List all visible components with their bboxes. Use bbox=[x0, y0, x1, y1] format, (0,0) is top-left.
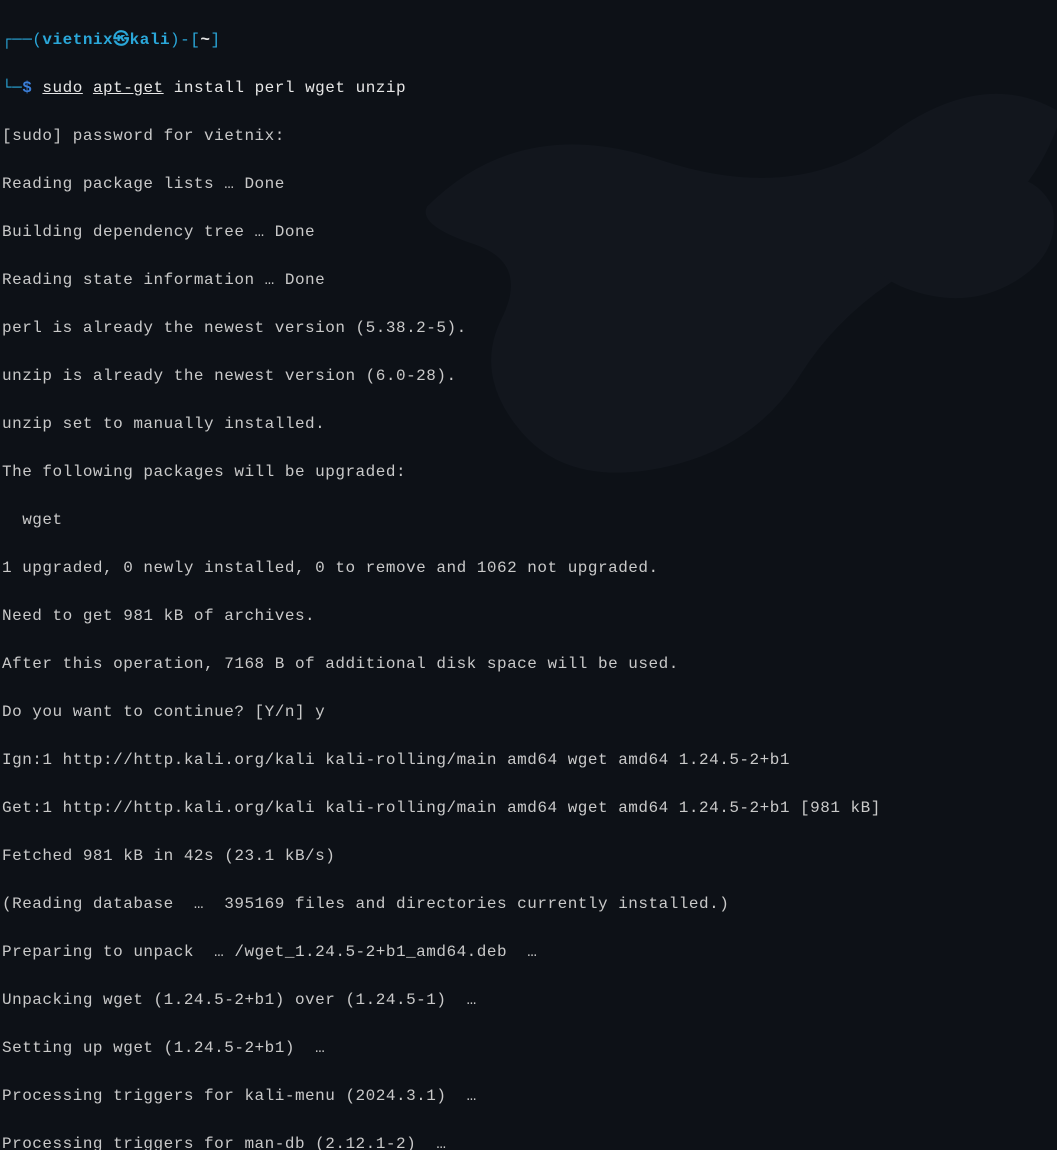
output-line: 1 upgraded, 0 newly installed, 0 to remo… bbox=[2, 556, 1055, 580]
output-line: Fetched 981 kB in 42s (23.1 kB/s) bbox=[2, 844, 1055, 868]
output-line: Need to get 981 kB of archives. bbox=[2, 604, 1055, 628]
output-line: perl is already the newest version (5.38… bbox=[2, 316, 1055, 340]
prompt-line-1: ┌──(vietnix㉿kali)-[~] bbox=[2, 28, 1055, 52]
output-line: Building dependency tree … Done bbox=[2, 220, 1055, 244]
output-line: unzip is already the newest version (6.0… bbox=[2, 364, 1055, 388]
cmd-rest: install perl wget unzip bbox=[164, 79, 406, 97]
prompt-box-open: ┌──( bbox=[2, 31, 42, 49]
prompt-bracket-close: ] bbox=[210, 31, 220, 49]
output-line: Setting up wget (1.24.5-2+b1) … bbox=[2, 1036, 1055, 1060]
output-line: [sudo] password for vietnix: bbox=[2, 124, 1055, 148]
output-line: Do you want to continue? [Y/n] y bbox=[2, 700, 1055, 724]
output-line: Unpacking wget (1.24.5-2+b1) over (1.24.… bbox=[2, 988, 1055, 1012]
output-line: (Reading database … 395169 files and dir… bbox=[2, 892, 1055, 916]
prompt-box-close: )-[ bbox=[170, 31, 200, 49]
prompt-cwd: ~ bbox=[200, 31, 210, 49]
output-line: Reading state information … Done bbox=[2, 268, 1055, 292]
prompt-prefix: └─ bbox=[2, 79, 22, 97]
output-line: wget bbox=[2, 508, 1055, 532]
output-line: The following packages will be upgraded: bbox=[2, 460, 1055, 484]
prompt-host: kali bbox=[130, 31, 170, 49]
output-line: After this operation, 7168 B of addition… bbox=[2, 652, 1055, 676]
output-line: Processing triggers for kali-menu (2024.… bbox=[2, 1084, 1055, 1108]
prompt-dollar: $ bbox=[22, 79, 32, 97]
output-line: Processing triggers for man-db (2.12.1-2… bbox=[2, 1132, 1055, 1150]
cmd-aptget: apt-get bbox=[93, 79, 164, 97]
cmd-sudo: sudo bbox=[42, 79, 82, 97]
output-line: unzip set to manually installed. bbox=[2, 412, 1055, 436]
prompt-line-2: └─$ sudo apt-get install perl wget unzip bbox=[2, 76, 1055, 100]
output-line: Preparing to unpack … /wget_1.24.5-2+b1_… bbox=[2, 940, 1055, 964]
output-line: Get:1 http://http.kali.org/kali kali-rol… bbox=[2, 796, 1055, 820]
output-line: Ign:1 http://http.kali.org/kali kali-rol… bbox=[2, 748, 1055, 772]
terminal-output[interactable]: ┌──(vietnix㉿kali)-[~] └─$ sudo apt-get i… bbox=[2, 4, 1055, 1150]
prompt-user: vietnix bbox=[42, 31, 113, 49]
prompt-at: ㉿ bbox=[113, 31, 130, 49]
output-line: Reading package lists … Done bbox=[2, 172, 1055, 196]
